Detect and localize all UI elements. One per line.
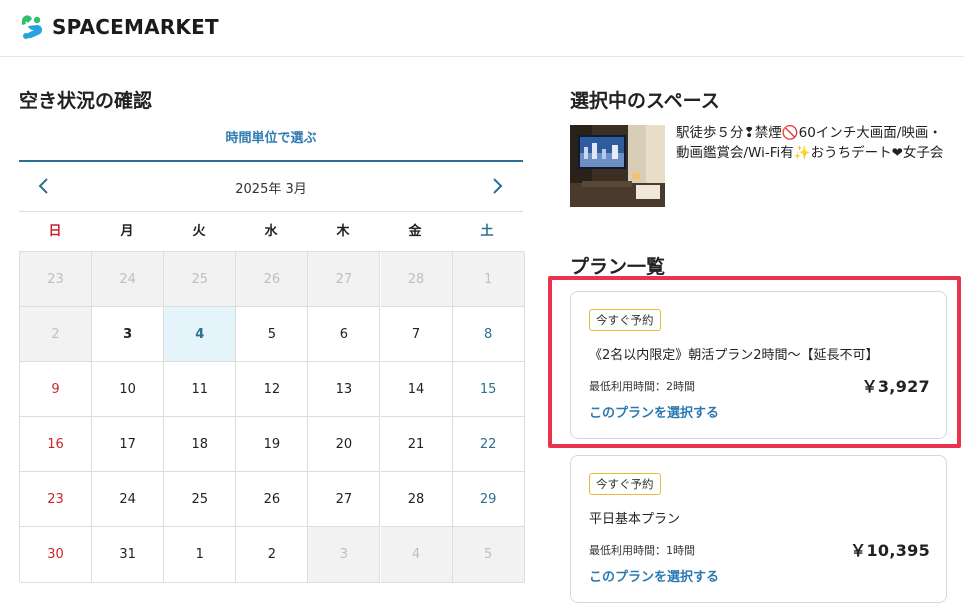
calendar-day: 26 — [236, 252, 309, 307]
calendar-day: 1 — [452, 252, 525, 307]
calendar-day[interactable]: 6 — [308, 307, 381, 362]
logo-text: SPACEMARKET — [52, 15, 219, 39]
calendar-day[interactable]: 17 — [92, 417, 165, 472]
next-month-button[interactable] — [486, 174, 510, 198]
calendar-day[interactable]: 19 — [236, 417, 309, 472]
select-plan-link[interactable]: このプランを選択する — [589, 566, 719, 585]
weekday-header: 日 月 火 水 木 金 土 — [19, 213, 524, 251]
space-thumbnail[interactable] — [570, 125, 665, 207]
weekday-sun: 日 — [48, 224, 62, 239]
space-thumbnail-image — [570, 125, 665, 207]
plan-name: 平日基本プラン — [589, 512, 681, 527]
tab-hourly[interactable]: 時間単位で選ぶ — [19, 118, 523, 160]
calendar-day[interactable]: 18 — [164, 417, 237, 472]
calendar-day[interactable]: 24 — [92, 472, 165, 527]
calendar-day[interactable]: 8 — [452, 307, 525, 362]
calendar-day[interactable]: 27 — [308, 472, 381, 527]
calendar-day[interactable]: 16 — [20, 417, 93, 472]
calendar-day: 5 — [452, 527, 525, 583]
calendar-day[interactable]: 4 — [164, 307, 237, 362]
calendar-day[interactable]: 15 — [452, 362, 525, 417]
weekday-fri: 金 — [408, 224, 422, 239]
calendar-day[interactable]: 30 — [20, 527, 93, 583]
calendar-day[interactable]: 29 — [452, 472, 525, 527]
calendar-day[interactable]: 31 — [92, 527, 165, 583]
calendar-day: 27 — [308, 252, 381, 307]
highlight-box — [548, 276, 961, 448]
calendar-day: 24 — [92, 252, 165, 307]
weekday-sat: 土 — [480, 224, 494, 239]
plans-heading: プラン一覧 — [570, 256, 666, 278]
month-label: 2025年 3月 — [235, 182, 307, 197]
calendar-day[interactable]: 3 — [92, 307, 165, 362]
calendar-day[interactable]: 26 — [236, 472, 309, 527]
calendar-day[interactable]: 10 — [92, 362, 165, 417]
selected-space-heading: 選択中のスペース — [570, 90, 720, 112]
calendar-day: 2 — [20, 307, 93, 362]
calendar-day[interactable]: 1 — [164, 527, 237, 583]
calendar-day[interactable]: 13 — [308, 362, 381, 417]
calendar-day[interactable]: 9 — [20, 362, 93, 417]
calendar-day[interactable]: 21 — [380, 417, 453, 472]
weekday-mon: 月 — [120, 224, 134, 239]
calendar-day[interactable]: 12 — [236, 362, 309, 417]
weekday-tue: 火 — [192, 224, 206, 239]
calendar-day[interactable]: 2 — [236, 527, 309, 583]
calendar-day[interactable]: 5 — [236, 307, 309, 362]
chevron-right-icon — [493, 178, 503, 194]
availability-heading: 空き状況の確認 — [19, 90, 153, 112]
calendar-day[interactable]: 20 — [308, 417, 381, 472]
calendar-day: 3 — [308, 527, 381, 583]
calendar-day[interactable]: 11 — [164, 362, 237, 417]
calendar-day: 4 — [380, 527, 453, 583]
weekday-thu: 木 — [336, 224, 350, 239]
plan-card[interactable]: 今すぐ予約 平日基本プラン 最低利用時間：1時間 ￥10,395 このプランを選… — [570, 455, 947, 603]
plan-min-time: 最低利用時間：1時間 — [589, 544, 695, 557]
instant-booking-badge: 今すぐ予約 — [589, 473, 661, 495]
calendar-day: 25 — [164, 252, 237, 307]
plan-price: ￥10,395 — [850, 541, 930, 560]
calendar-day: 28 — [380, 252, 453, 307]
site-header: SPACEMARKET — [0, 0, 964, 57]
calendar-day: 23 — [20, 252, 93, 307]
spacemarket-logo[interactable]: SPACEMARKET — [18, 11, 219, 43]
calendar-day[interactable]: 28 — [380, 472, 453, 527]
calendar-grid: 23 24 25 26 27 28 1 2 3 4 5 6 7 8 9 10 11 12 13 14 15 16 17 18 1… — [19, 251, 525, 583]
calendar-day[interactable]: 7 — [380, 307, 453, 362]
calendar-day[interactable]: 25 — [164, 472, 237, 527]
spacemarket-logo-icon — [22, 15, 43, 39]
calendar-nav: 2025年 3月 — [19, 162, 523, 212]
calendar-day[interactable]: 14 — [380, 362, 453, 417]
calendar-day[interactable]: 23 — [20, 472, 93, 527]
calendar-day[interactable]: 22 — [452, 417, 525, 472]
space-title[interactable]: 駅徒歩５分❢禁煙🚫60インチ大画面/映画・動画鑑賞会/Wi-Fi有✨おうちデート… — [676, 123, 951, 163]
weekday-wed: 水 — [264, 224, 278, 239]
